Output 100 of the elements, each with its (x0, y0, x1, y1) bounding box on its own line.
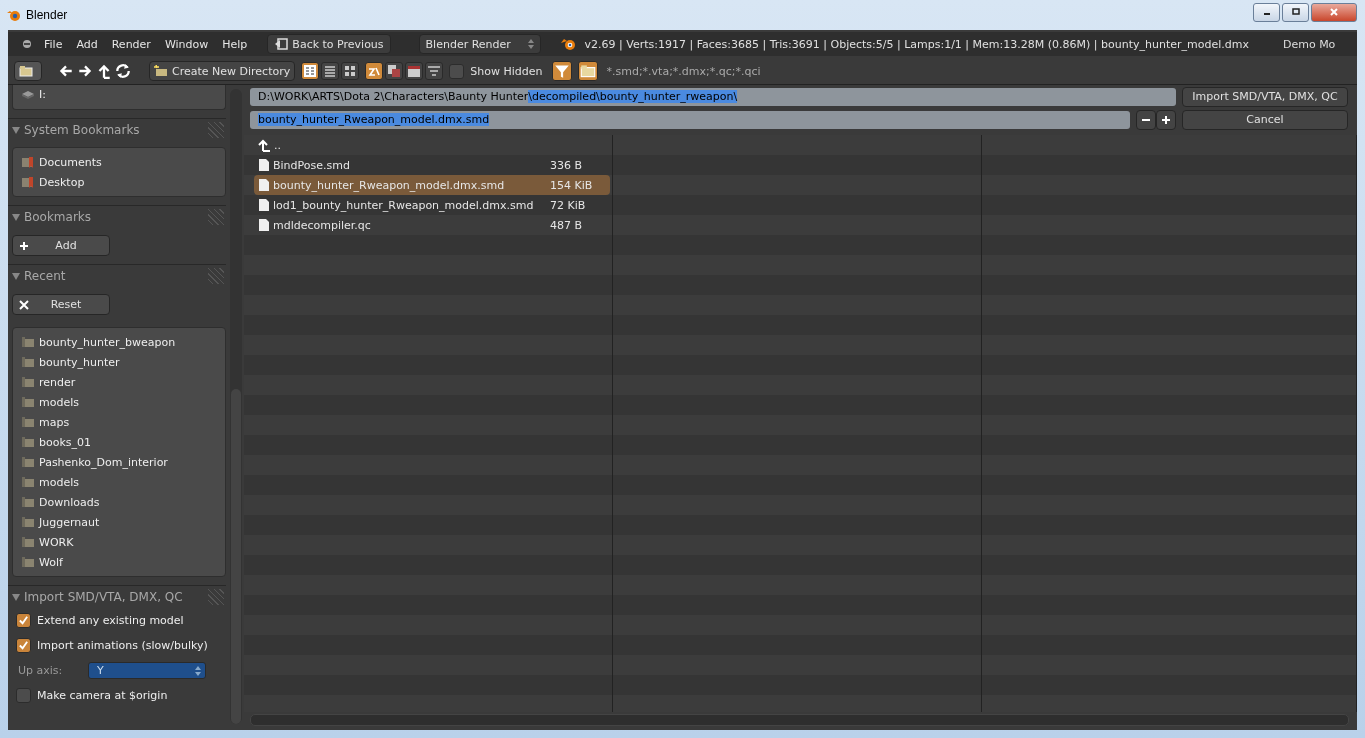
blender-logo-icon (560, 36, 577, 52)
minimize-button[interactable] (1253, 2, 1280, 22)
file-name: bounty_hunter_Rweapon_model.dmx.smd (273, 178, 506, 192)
parent-directory-icon[interactable] (96, 63, 112, 79)
drag-grip-icon[interactable] (208, 589, 224, 605)
long-list-icon[interactable] (321, 62, 340, 80)
back-arrow-icon[interactable] (58, 63, 74, 79)
close-button[interactable] (1311, 2, 1357, 22)
file-icon (258, 178, 270, 192)
reset-button[interactable]: Reset (12, 294, 110, 315)
option-label: Up axis: (17, 664, 64, 677)
render-engine-dropdown[interactable]: Blender Render (418, 34, 541, 54)
maximize-button[interactable] (1282, 2, 1309, 22)
recent-folder-item[interactable]: Wolf (39, 555, 63, 569)
file-row[interactable]: bounty_hunter_Rweapon_model.dmx.smd 154 KiB (254, 175, 610, 195)
import-button[interactable]: Import SMD/VTA, DMX, QC (1182, 86, 1348, 107)
option-checkbox[interactable] (16, 638, 31, 653)
expand-triangle-icon[interactable] (12, 593, 20, 601)
maximize-icon (1290, 7, 1301, 17)
recent-folder-item[interactable]: Downloads (39, 495, 100, 509)
recent-folder-item[interactable]: Juggernaut (39, 515, 100, 529)
panel-title[interactable]: Bookmarks (24, 210, 92, 224)
bookmark-folder-icon (21, 156, 35, 168)
folder-icon (21, 356, 35, 368)
drive-item[interactable]: I: (39, 87, 46, 101)
recent-folder-item[interactable]: render (39, 375, 76, 389)
sort-date-icon[interactable] (405, 62, 424, 80)
plus-icon (19, 240, 29, 251)
thumbnails-icon[interactable] (341, 62, 360, 80)
option-label: Import animations (slow/bulky) (37, 639, 208, 652)
drive-menu-button[interactable] (14, 61, 42, 81)
directory-path-field[interactable]: D:\WORK\ARTS\Dota 2\Characters\Baunty Hunter\decompiled\bounty_hunter_rweapon\ (250, 87, 1176, 106)
menu-item[interactable]: File (44, 37, 63, 51)
scene-statistics: v2.69 | Verts:1917 | Faces:3685 | Tris:3691 | Objects:5/5 | Lamps:1/1 | Mem:13.28M (0.86M) | bounty_hunter_model.dmx (584, 37, 1249, 51)
bookmark-item[interactable]: Documents (39, 155, 102, 169)
recent-folder-item[interactable]: books_01 (39, 435, 92, 449)
menu-item[interactable]: Help (222, 37, 248, 51)
bookmark-item[interactable]: Desktop (39, 175, 85, 189)
recent-folder-item[interactable]: bounty_hunter_bweapon (39, 335, 176, 349)
option-label: Extend any existing model (37, 614, 184, 627)
show-hidden-checkbox[interactable] (449, 63, 465, 79)
editor-type-icon[interactable] (22, 39, 32, 49)
file-row[interactable]: lod1_bounty_hunter_Rweapon_model.dmx.smd 72 KiB (254, 195, 610, 215)
file-size: 487 B (550, 218, 584, 232)
expand-triangle-icon[interactable] (12, 272, 20, 280)
forward-arrow-icon[interactable] (77, 63, 93, 79)
dropdown-arrows-icon (195, 664, 201, 677)
filter-glob-field[interactable]: *.smd;*.vta;*.dmx;*.qc;*.qci (606, 64, 761, 78)
sort-extension-icon[interactable] (385, 62, 404, 80)
drag-grip-icon[interactable] (208, 122, 224, 138)
menu-item[interactable]: Add (76, 37, 98, 51)
folder-icon (21, 416, 35, 428)
expand-triangle-icon[interactable] (12, 126, 20, 134)
refresh-icon[interactable] (115, 63, 131, 79)
folder-icon (21, 536, 35, 548)
file-row[interactable]: BindPose.smd 336 B (254, 155, 610, 175)
sort-size-icon[interactable] (425, 62, 444, 80)
sort-alphabetical-icon[interactable] (365, 62, 384, 80)
menu-item[interactable]: Window (164, 37, 209, 51)
recent-folder-item[interactable]: models (39, 475, 79, 489)
panel-title[interactable]: Recent (24, 269, 66, 283)
file-icon (258, 158, 270, 172)
up-axis-dropdown[interactable]: Y (88, 662, 206, 679)
create-directory-button[interactable]: Create New Directory (149, 61, 296, 81)
plus-icon (1161, 114, 1171, 125)
recent-folder-item[interactable]: models (39, 395, 79, 409)
increment-button[interactable] (1156, 109, 1176, 130)
close-icon (1329, 7, 1339, 17)
recent-folder-item[interactable]: Pashenko_Dom_interior (39, 455, 168, 469)
screen-layout-label[interactable]: Demo Mo (1282, 37, 1336, 51)
option-checkbox[interactable] (16, 613, 31, 628)
option-checkbox[interactable] (16, 688, 31, 703)
recent-folder-item[interactable]: bounty_hunter (39, 355, 120, 369)
option-label: Make camera at $origin (37, 689, 168, 702)
folder-filter-icon[interactable] (578, 61, 599, 81)
file-row[interactable]: .. (254, 135, 610, 155)
expand-triangle-icon[interactable] (12, 213, 20, 221)
menu-item[interactable]: Render (111, 37, 151, 51)
folder-icon (21, 376, 35, 388)
recent-folder-item[interactable]: WORK (39, 535, 74, 549)
folder-icon (21, 456, 35, 468)
short-list-icon[interactable] (301, 62, 320, 80)
parent-directory-icon (258, 138, 272, 152)
back-icon (274, 38, 289, 50)
file-row[interactable]: mdldecompiler.qc 487 B (254, 215, 610, 235)
panel-title[interactable]: Import SMD/VTA, DMX, QC (24, 590, 183, 604)
filter-icon[interactable] (552, 61, 573, 81)
folder-icon (21, 476, 35, 488)
recent-folder-item[interactable]: maps (39, 415, 70, 429)
new-folder-icon (154, 65, 168, 77)
file-name: lod1_bounty_hunter_Rweapon_model.dmx.smd (273, 198, 535, 212)
decrement-button[interactable] (1136, 109, 1156, 130)
back-button[interactable]: Back to Previous (267, 34, 391, 54)
drag-grip-icon[interactable] (208, 268, 224, 284)
dropdown-arrows-icon (527, 38, 534, 50)
filename-field[interactable]: bounty_hunter_Rweapon_model.dmx.smd (250, 110, 1130, 129)
drag-grip-icon[interactable] (208, 209, 224, 225)
cancel-button[interactable]: Cancel (1182, 109, 1348, 130)
add-bookmark-button[interactable]: Add (12, 235, 110, 256)
panel-title[interactable]: System Bookmarks (24, 123, 140, 137)
